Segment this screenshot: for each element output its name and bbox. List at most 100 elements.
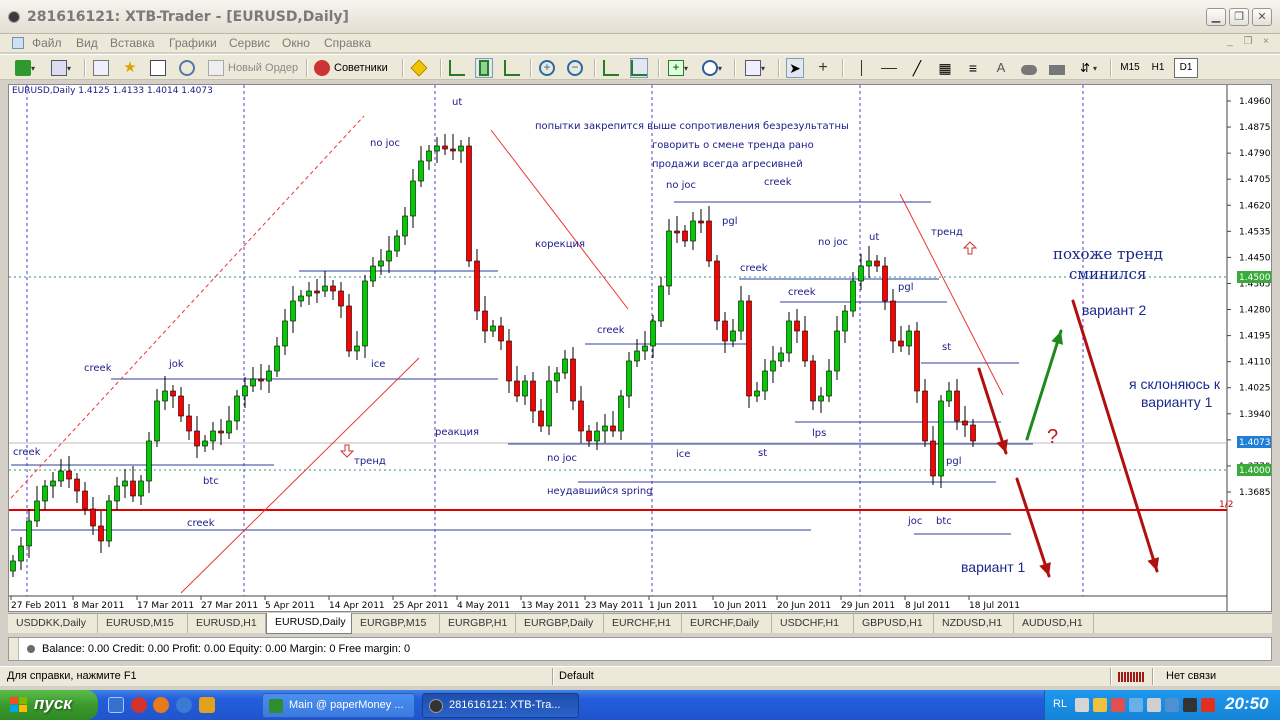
tray-icon-1[interactable]	[1075, 698, 1089, 712]
navigator-button[interactable]	[149, 58, 167, 78]
tray-icon-7[interactable]	[1183, 698, 1197, 712]
experts-button[interactable]: Советники	[313, 58, 389, 78]
menu-view[interactable]: Вид	[76, 36, 98, 50]
taskbar-item-papermoney[interactable]: Main @ paperMoney ...	[262, 693, 415, 718]
mdi-close-icon[interactable]: ×	[1260, 36, 1272, 48]
candle-body	[306, 290, 312, 297]
menu-charts[interactable]: Графики	[169, 36, 217, 50]
ie-icon[interactable]	[176, 697, 192, 713]
market-watch-button[interactable]	[92, 58, 110, 78]
folder-icon[interactable]	[199, 697, 215, 713]
start-button[interactable]: пуск	[0, 690, 98, 720]
tray-icon-5[interactable]	[1147, 698, 1161, 712]
timeframe-h1[interactable]: H1	[1146, 58, 1170, 78]
new-chart-button[interactable]: ▾	[14, 58, 36, 78]
cursor-button[interactable]: ➤	[786, 58, 804, 78]
tray-icon-3[interactable]	[1111, 698, 1125, 712]
crosshair-button[interactable]: +	[814, 58, 832, 78]
new-order-button[interactable]: Новый Ордер	[207, 58, 299, 78]
tab-eurusd-m15[interactable]: EURUSD,M15	[98, 614, 188, 633]
menu-window[interactable]: Окно	[282, 36, 310, 50]
candle-body	[618, 395, 624, 432]
arrows-button[interactable]: ⇵ ▾	[1076, 58, 1098, 78]
terminal-handle[interactable]	[9, 638, 19, 660]
candle-body	[458, 145, 464, 152]
menu-file[interactable]: Файл	[32, 36, 62, 50]
tab-audusd-h1[interactable]: AUDUSD,H1	[1014, 614, 1094, 633]
vertical-line-button[interactable]	[852, 58, 870, 78]
tab-usdchf-h1[interactable]: USDCHF,H1	[772, 614, 854, 633]
mdi-restore-icon[interactable]: ❐	[1242, 36, 1254, 48]
templates-button[interactable]: ▾	[744, 58, 766, 78]
tray-icon-8[interactable]	[1201, 698, 1215, 712]
fibo-button[interactable]: ≡	[964, 58, 982, 78]
zoom-in-button[interactable]: +	[538, 58, 556, 78]
taskbar-item-xtb-trader[interactable]: 281616121: XTB-Tra...	[422, 693, 579, 718]
candle-body	[26, 520, 32, 547]
bar-chart-button[interactable]	[448, 58, 466, 78]
firefox-icon[interactable]	[153, 697, 169, 713]
zoom-out-button[interactable]: −	[566, 58, 584, 78]
date-label: 23 May 2011	[585, 601, 644, 611]
trendline-button[interactable]: ╱	[908, 58, 926, 78]
chart-window[interactable]: 1.4960 1.4875 1.4790 1.4705 1.4620 1.4535 1.44…	[8, 84, 1272, 612]
tab-eurusd-daily[interactable]: EURUSD,Daily	[266, 613, 352, 634]
candle-body	[562, 358, 568, 374]
annotation-failed_spring: неудавшийся spring	[547, 486, 653, 497]
profiles-button[interactable]: ▾	[50, 58, 72, 78]
trendline-icon: ╱	[912, 60, 922, 76]
menu-help[interactable]: Справка	[324, 36, 371, 50]
show-desktop-icon[interactable]	[108, 697, 124, 713]
alert-button[interactable]	[410, 58, 428, 78]
channel-button[interactable]: ▦	[936, 58, 954, 78]
tab-eurgbp-h1[interactable]: EURGBP,H1	[440, 614, 516, 633]
horizontal-line-icon	[881, 68, 897, 76]
minimize-button[interactable]: ▁	[1206, 8, 1226, 26]
text-button[interactable]: A	[992, 58, 1010, 78]
close-button[interactable]: ✕	[1252, 8, 1272, 26]
candle-body	[714, 260, 720, 322]
indicators-icon: +	[668, 60, 684, 76]
mdi-minimize-icon[interactable]: _	[1224, 36, 1236, 48]
status-profile: Default	[559, 670, 594, 682]
rectangle-button[interactable]	[1048, 58, 1066, 78]
candle-body	[178, 395, 184, 417]
annotation-lps: lps	[812, 428, 826, 439]
tray-icon-6[interactable]	[1165, 698, 1179, 712]
chart-shift-button[interactable]	[630, 58, 648, 78]
timeframe-m15[interactable]: M15	[1118, 58, 1142, 78]
menu-insert[interactable]: Вставка	[110, 36, 155, 50]
candle-body	[682, 230, 688, 242]
price-label: 1.4450	[1239, 253, 1271, 263]
tab-eurgbp-daily[interactable]: EURGBP,Daily	[516, 614, 604, 633]
price-chart[interactable]: 1.4960 1.4875 1.4790 1.4705 1.4620 1.4535 1.44…	[9, 85, 1271, 611]
tab-gbpusd-h1[interactable]: GBPUSD,H1	[854, 614, 934, 633]
autoscroll-button[interactable]	[602, 58, 620, 78]
tab-nzdusd-h1[interactable]: NZDUSD,H1	[934, 614, 1014, 633]
tray-icon-2[interactable]	[1093, 698, 1107, 712]
date-label: 27 Feb 2011	[11, 601, 67, 611]
horizontal-line-button[interactable]	[880, 58, 898, 78]
market-watch-icon	[93, 60, 109, 76]
timeframe-d1[interactable]: D1	[1174, 58, 1198, 78]
tab-eurusd-h1[interactable]: EURUSD,H1	[188, 614, 266, 633]
candle-chart-button[interactable]	[475, 58, 493, 78]
tab-eurgbp-m15[interactable]: EURGBP,M15	[352, 614, 440, 633]
annotation-jok: jok	[168, 359, 184, 370]
tab-eurchf-h1[interactable]: EURCHF,H1	[604, 614, 682, 633]
opera-icon[interactable]	[131, 697, 147, 713]
ellipse-button[interactable]	[1020, 58, 1038, 78]
tab-usddkk-daily[interactable]: USDDKK,Daily	[8, 614, 98, 633]
line-chart-button[interactable]	[503, 58, 521, 78]
periods-button[interactable]: ▾	[701, 58, 723, 78]
tab-eurchf-daily[interactable]: EURCHF,Daily	[682, 614, 772, 633]
favorites-button[interactable]: ★	[121, 58, 139, 78]
indicators-button[interactable]: + ▾	[667, 58, 689, 78]
menu-tools[interactable]: Сервис	[229, 36, 270, 50]
date-label: 25 Apr 2011	[393, 601, 449, 611]
language-indicator[interactable]: RL	[1053, 698, 1067, 710]
maximize-button[interactable]: ❐	[1229, 8, 1249, 26]
candle-body	[18, 545, 24, 562]
terminal-button[interactable]	[178, 58, 196, 78]
tray-icon-4[interactable]	[1129, 698, 1143, 712]
